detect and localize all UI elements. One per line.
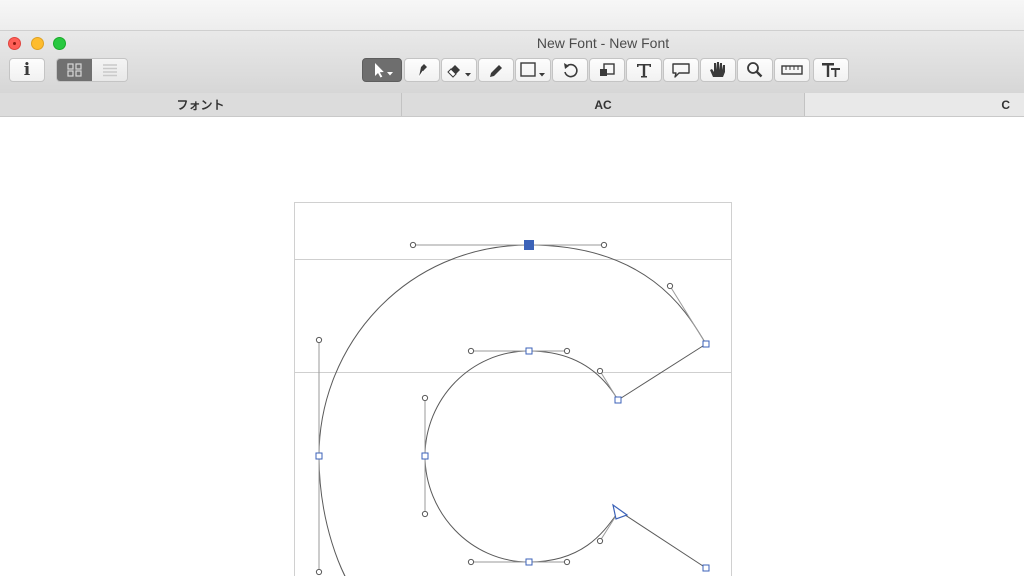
glyph-bounds [294,202,732,581]
rotate-tool[interactable] [552,58,588,82]
pen-tool[interactable] [404,58,440,82]
speech-bubble-icon [672,63,690,78]
scale-tool[interactable] [589,58,625,82]
text-t-icon [637,64,651,78]
hand-icon [710,62,725,77]
text-tool[interactable] [626,58,662,82]
grid-icon [66,63,82,77]
grid-view-button[interactable] [57,59,92,81]
terminal-bottom-segment [618,510,707,569]
arrow-pointer-icon [375,63,393,78]
inner-contour [424,350,620,563]
rectangle-tool[interactable] [515,58,551,82]
zoom-tool[interactable] [737,58,773,82]
rectangle-icon [520,62,545,77]
magnifier-icon [747,62,763,78]
glyph-info-tool[interactable] [813,58,849,82]
tab-font[interactable]: フォント [0,93,402,116]
list-icon [102,64,117,77]
ruler-icon [781,65,803,75]
rotate-icon [564,63,578,78]
hand-tool[interactable] [700,58,736,82]
window-title: New Font - New Font [536,35,670,51]
contour-direction-marker[interactable] [612,503,629,520]
eraser-tool[interactable] [441,58,477,82]
tab-ac[interactable]: AC [402,93,805,116]
pencil-tool[interactable] [478,58,514,82]
pencil-icon [490,65,502,77]
outer-contour [318,244,707,581]
view-mode-control [56,58,128,82]
pen-nib-icon [418,64,427,78]
info-button[interactable]: i [9,58,45,82]
measure-tool[interactable] [774,58,810,82]
annotation-tool[interactable] [663,58,699,82]
window-title-wrap: New Font - New Font [0,35,1024,51]
document-tab-bar: フォント AC C [0,93,1024,117]
bezier-handle-lines [318,244,707,572]
tab-c[interactable]: C [805,93,1024,116]
pointer-tool[interactable] [362,58,402,82]
text-size-icon [822,63,840,77]
on-curve-points[interactable] [315,340,710,572]
glyph-outline-view[interactable] [0,117,1024,581]
desktop-menu-strip [0,0,1024,30]
off-curve-points[interactable] [315,241,674,576]
eraser-icon [447,65,471,78]
selected-start-point[interactable] [524,240,534,250]
glyph-edit-canvas[interactable] [0,117,1024,581]
scale-icon [600,63,615,76]
list-view-button[interactable] [92,59,127,81]
